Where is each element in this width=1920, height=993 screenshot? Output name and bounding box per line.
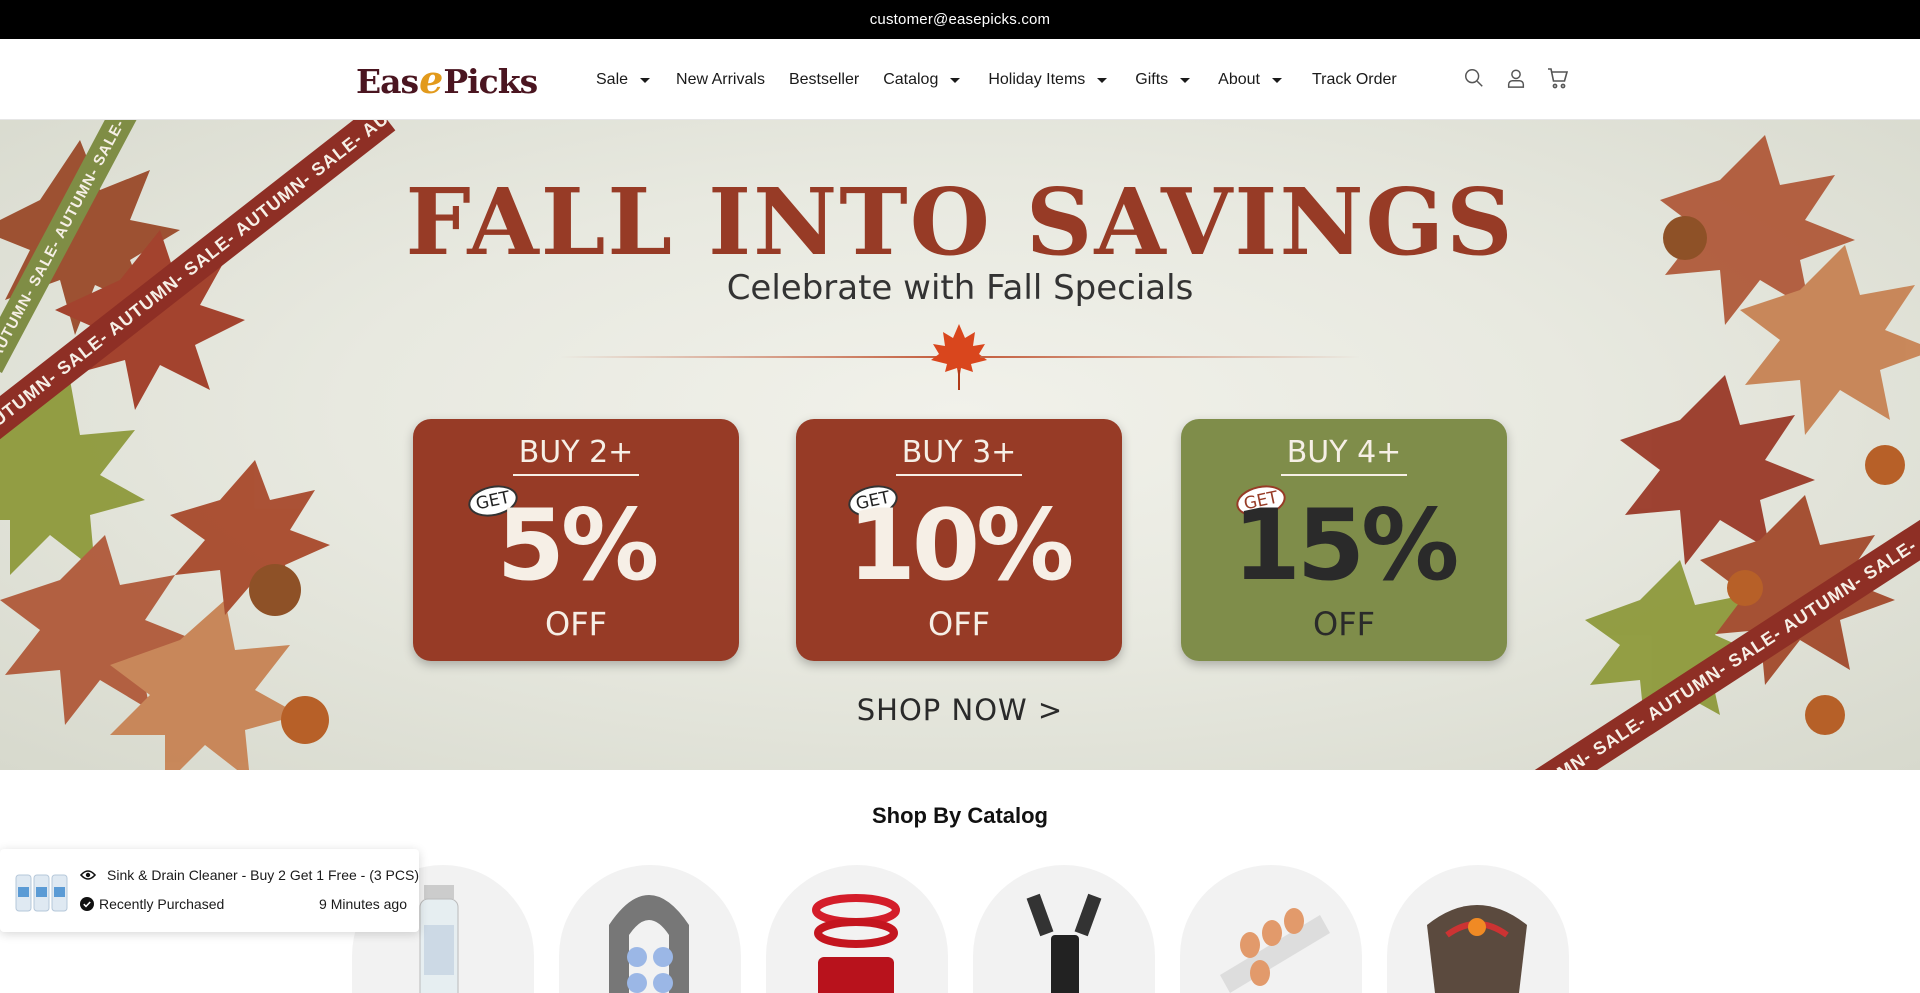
check-circle-icon [80,897,94,911]
offer-off-label: OFF [545,605,607,643]
catalog-item-massager[interactable] [559,865,741,993]
shop-now-button[interactable]: SHOP NOW > [0,693,1920,727]
announcement-bar: customer@easepicks.com [0,0,1920,39]
hero-subtitle: Celebrate with Fall Specials [726,268,1194,308]
popup-product-name[interactable]: Sink & Drain Cleaner - Buy 2 Get 1 Free … [107,867,419,883]
massager-image [609,895,689,993]
main-nav: Sale New Arrivals Bestseller Catalog Hol… [596,39,1397,120]
header-actions [1462,66,1570,90]
offer-buy-label: BUY 2+ [413,435,739,476]
nav-item-bestseller[interactable]: Bestseller [789,71,859,89]
catalog-item-usb-adapter[interactable] [973,865,1155,993]
site-header: EasePicks Sale New Arrivals Bestseller C… [0,39,1920,120]
offer-off-label: OFF [928,605,990,643]
chevron-down-icon [1180,78,1191,83]
contact-email[interactable]: customer@easepicks.com [870,11,1051,28]
offer-off-label: OFF [1313,605,1375,643]
offer-buy-label: BUY 4+ [1181,435,1507,476]
offer-percent: 15% [1232,489,1460,603]
recent-purchase-popup[interactable]: Sink & Drain Cleaner - Buy 2 Get 1 Free … [0,849,419,932]
egg-dispenser-image [1220,908,1330,993]
offer-card-buy-2[interactable]: BUY 2+ GET 5% OFF [413,419,739,661]
divider-left [560,356,940,358]
nav-item-sale[interactable]: Sale [596,71,651,89]
pet-harness-image [1427,905,1527,993]
hero-banner[interactable]: AUTUMN- SALE- AUTUMN- SALE- AUTUMN- SALE… [0,120,1920,770]
adapter-image [1026,893,1102,993]
logo-text: EasePicks [356,56,538,102]
offer-card-buy-3[interactable]: BUY 3+ GET 10% OFF [796,419,1122,661]
offer-percent: 10% [847,489,1075,603]
offer-buy-label: BUY 3+ [796,435,1122,476]
chevron-down-icon [1097,78,1108,83]
eye-icon [80,870,96,880]
chevron-down-icon [1271,78,1282,83]
popup-status: Recently Purchased [99,896,225,912]
nav-item-gifts[interactable]: Gifts [1135,71,1191,89]
catalog-item-pet-harness[interactable] [1387,865,1569,993]
catalog-item-car-ornament[interactable] [766,865,948,993]
offer-percent: 5% [496,489,659,603]
chevron-down-icon [950,78,961,83]
hero-title: FALL INTO SAVINGS [405,168,1515,276]
product-thumbnail [15,874,68,912]
nav-item-catalog[interactable]: Catalog [883,71,961,89]
cart-icon[interactable] [1546,66,1570,90]
nav-item-new-arrivals[interactable]: New Arrivals [676,71,765,89]
nav-item-track-order[interactable]: Track Order [1312,71,1397,89]
catalog-section-title: Shop By Catalog [871,803,1048,828]
ornament-image [812,894,900,993]
catalog-item-egg-dispenser[interactable] [1180,865,1362,993]
search-icon[interactable] [1462,66,1486,90]
account-icon[interactable] [1504,66,1528,90]
popup-time: 9 Minutes ago [319,896,407,912]
divider-right [980,356,1360,358]
offer-card-buy-4[interactable]: BUY 4+ GET 15% OFF [1181,419,1507,661]
nav-item-holiday-items[interactable]: Holiday Items [988,71,1108,89]
logo[interactable]: EasePicks [356,56,538,102]
nav-item-about[interactable]: About [1218,71,1282,89]
chevron-down-icon [640,78,651,83]
